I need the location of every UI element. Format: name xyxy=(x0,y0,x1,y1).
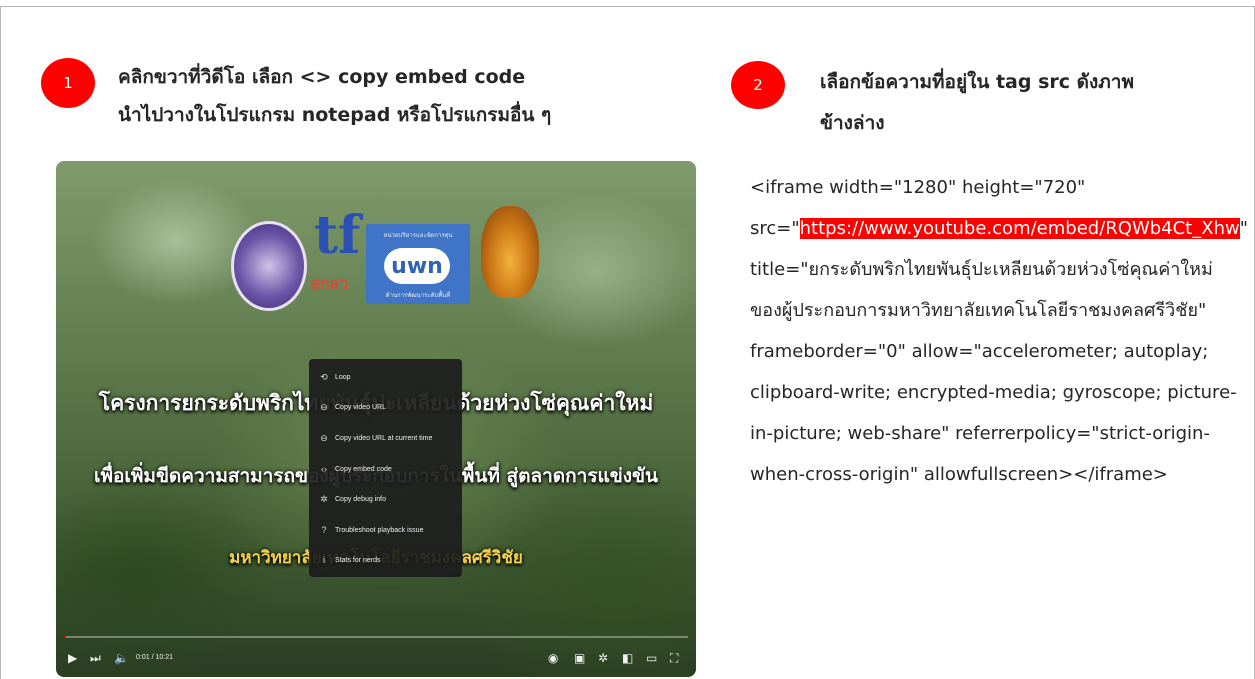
settings-icon[interactable]: ✲ xyxy=(598,651,608,665)
context-menu-item-copy-debug-info[interactable]: ✲ Copy debug info xyxy=(309,487,462,511)
tf-logo: tf สกสว xyxy=(308,206,360,298)
uwn-logo: หน่วยบริหารและจัดการทุน uwn ด้านการพัฒนา… xyxy=(366,224,470,304)
video-player[interactable]: tf สกสว หน่วยบริหารและจัดการทุน uwn ด้าน… xyxy=(56,161,696,677)
theater-mode-icon[interactable]: ▭ xyxy=(646,651,657,665)
institution-logo-seal xyxy=(231,221,307,311)
uwn-logo-bottom-text: ด้านการพัฒนาระดับพื้นที่ xyxy=(385,292,451,299)
context-menu-item-stats-for-nerds[interactable]: i Stats for nerds xyxy=(309,548,462,572)
progress-bar-fill xyxy=(64,636,66,638)
autoplay-toggle-icon[interactable]: ◉ xyxy=(548,651,558,665)
step-1-line-1: คลิกขวาที่วิดีโอ เลือก <> copy embed cod… xyxy=(118,66,526,88)
step-2-badge: 2 xyxy=(731,61,785,109)
loop-icon: ⟲ xyxy=(320,372,328,382)
step-2-number: 2 xyxy=(753,76,763,94)
context-menu-item-copy-url-at-time[interactable]: ⊖ Copy video URL at current time xyxy=(309,426,462,450)
link-icon: ⊖ xyxy=(320,402,328,412)
step-1-number: 1 xyxy=(63,74,73,92)
step-1-badge: 1 xyxy=(41,58,95,108)
gear-icon: ✲ xyxy=(320,494,328,504)
video-context-menu: ⟲ Loop ⊖ Copy video URL ⊖ Copy video URL… xyxy=(309,359,462,577)
miniplayer-icon[interactable]: ◧ xyxy=(622,651,633,665)
embed-code-text: <iframe width="1280" height="720" src="h… xyxy=(750,167,1248,495)
link-icon: ⊖ xyxy=(320,433,328,443)
step-1-line-2: นำไปวางในโปรแกรม notepad หรือโปรแกรมอื่น… xyxy=(118,104,552,126)
volume-icon[interactable]: 🔈 xyxy=(114,651,129,665)
step-2-line-1: เลือกข้อความที่อยู่ใน tag src ดังภาพ xyxy=(820,71,1134,93)
context-menu-item-copy-embed-code[interactable]: ‹› Copy embed code xyxy=(309,457,462,481)
embed-src-url-highlight: https://www.youtube.com/embed/RQWb4Ct_Xh… xyxy=(799,218,1240,239)
step-2-line-2: ข้างล่าง xyxy=(820,112,885,134)
embed-code-after-src: " title="ยกระดับพริกไทยพันธุ์ปะเหลียนด้ว… xyxy=(750,218,1248,485)
info-icon: i xyxy=(323,555,325,565)
progress-bar[interactable] xyxy=(64,636,688,638)
play-icon[interactable]: ▶ xyxy=(68,651,77,665)
context-menu-label: Stats for nerds xyxy=(335,556,381,564)
frame-border-top xyxy=(0,6,1255,7)
context-menu-label: Loop xyxy=(335,373,351,381)
uwn-logo-pill: uwn xyxy=(384,248,450,284)
university-seal-logo xyxy=(481,206,539,298)
code-icon: ‹› xyxy=(321,464,327,474)
help-icon: ? xyxy=(321,525,327,535)
context-menu-item-copy-video-url[interactable]: ⊖ Copy video URL xyxy=(309,395,462,419)
context-menu-label: Copy debug info xyxy=(335,495,386,503)
context-menu-item-loop[interactable]: ⟲ Loop xyxy=(309,365,462,389)
context-menu-item-troubleshoot[interactable]: ? Troubleshoot playback issue xyxy=(309,518,462,542)
frame-border-left xyxy=(0,6,1,679)
uwn-logo-top-text: หน่วยบริหารและจัดการทุน xyxy=(383,232,453,239)
tf-logo-caption: สกสว xyxy=(310,274,349,293)
context-menu-label: Copy video URL at current time xyxy=(335,434,433,442)
context-menu-label: Copy embed code xyxy=(335,465,392,473)
step-2-instructions: เลือกข้อความที่อยู่ใน tag src ดังภาพ ข้า… xyxy=(820,62,1240,144)
step-1-instructions: คลิกขวาที่วิดีโอ เลือก <> copy embed cod… xyxy=(118,58,698,134)
context-menu-label: Copy video URL xyxy=(335,403,386,411)
subtitles-icon[interactable]: ▣ xyxy=(574,651,585,665)
next-icon[interactable]: ⏭ xyxy=(90,651,101,666)
context-menu-label: Troubleshoot playback issue xyxy=(335,526,424,534)
time-display: 0:01 / 10:21 xyxy=(136,654,173,661)
tf-logo-letters: tf xyxy=(314,205,361,266)
fullscreen-icon[interactable]: ⛶ xyxy=(670,651,678,666)
